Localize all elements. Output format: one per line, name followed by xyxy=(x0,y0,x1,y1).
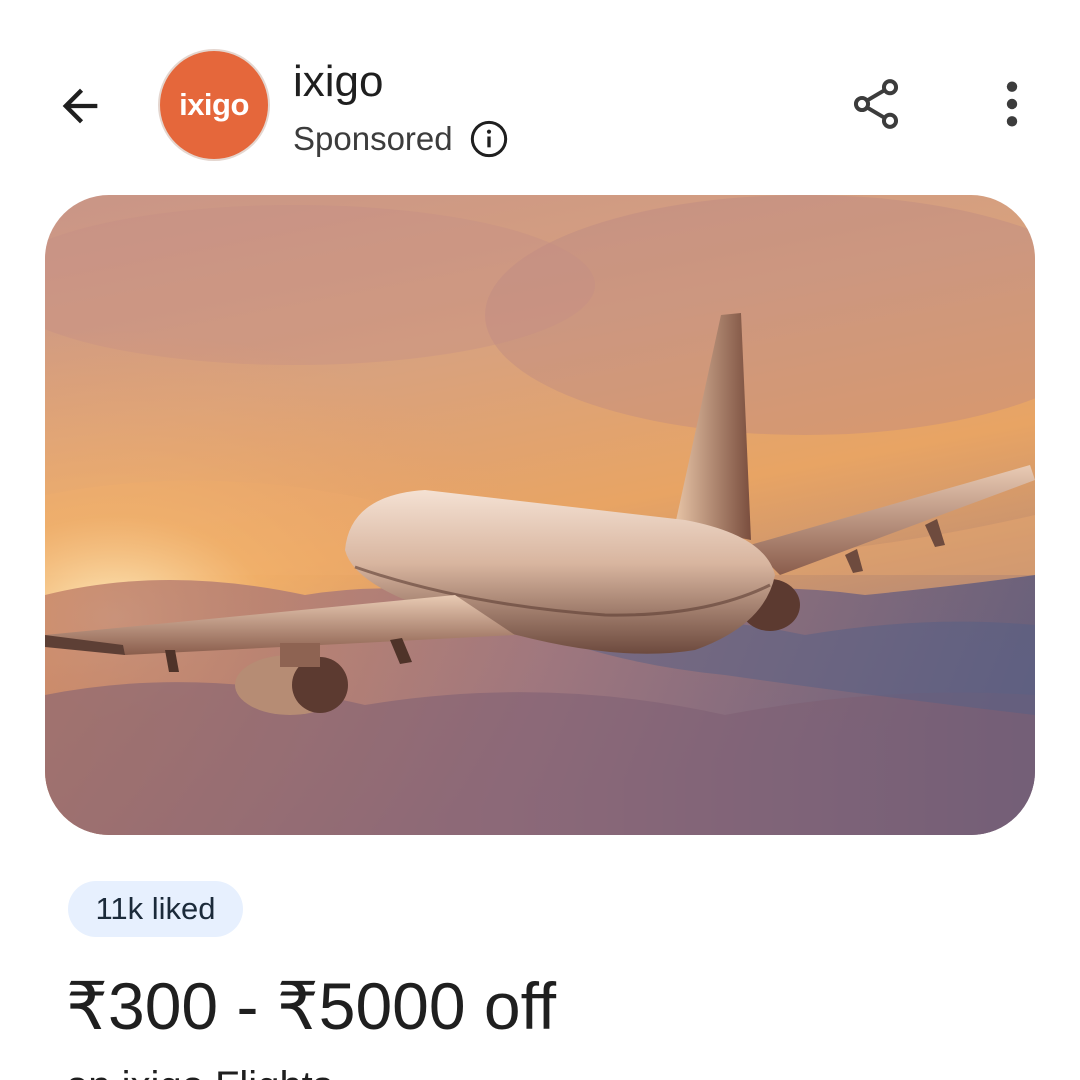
brand-avatar[interactable]: ixigo xyxy=(158,49,270,161)
airplane-image xyxy=(45,195,1035,835)
back-button[interactable] xyxy=(44,70,116,142)
more-options-button[interactable] xyxy=(980,68,1044,140)
arrow-left-icon xyxy=(62,88,98,124)
hero-image[interactable] xyxy=(45,195,1035,835)
sponsored-row: Sponsored xyxy=(293,118,509,160)
info-icon xyxy=(470,120,507,158)
liked-count: 11k liked xyxy=(95,891,216,926)
liked-count-chip: 11k liked xyxy=(68,881,243,937)
offer-subtitle: on ixigo Flights xyxy=(66,1062,333,1080)
brand-logo-text: ixigo xyxy=(179,87,249,122)
share-icon xyxy=(853,79,899,129)
ad-detail-page: ixigo ixigo Sponsored 11k liked ₹300 - ₹… xyxy=(0,0,1080,1080)
more-vert-icon xyxy=(1006,81,1018,127)
info-button[interactable] xyxy=(469,119,509,159)
advertiser-name[interactable]: ixigo xyxy=(293,56,384,108)
offer-headline: ₹300 - ₹5000 off xyxy=(66,969,557,1043)
share-button[interactable] xyxy=(840,68,912,140)
sponsored-label: Sponsored xyxy=(293,120,453,157)
